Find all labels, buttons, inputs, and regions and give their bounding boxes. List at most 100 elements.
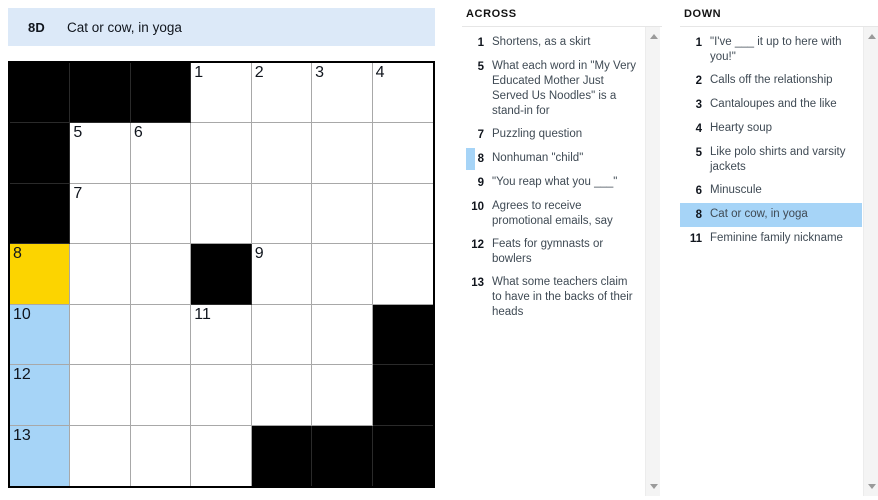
across-scroll-area: 1 Shortens, as a skirt 5 What each word in … bbox=[462, 26, 662, 496]
clue-item[interactable]: 12 Feats for gymnasts or bowlers bbox=[462, 233, 644, 271]
clue-item[interactable]: 4 Hearty soup bbox=[680, 117, 862, 141]
clue-item[interactable]: 2 Calls off the relationship bbox=[680, 69, 862, 93]
crossword-app: 8D Cat or cow, in yoga 1 2 3 4 5 6 7 8 9 10 11 12 13… bbox=[0, 0, 878, 500]
grid-cell[interactable]: 2 bbox=[251, 63, 313, 124]
grid-cell[interactable] bbox=[251, 123, 313, 184]
clue-number: 13 bbox=[471, 277, 484, 289]
current-clue-number: 8D bbox=[28, 19, 46, 35]
clue-text: Shortens, as a skirt bbox=[492, 36, 591, 48]
clue-item[interactable]: 7 Puzzling question bbox=[462, 123, 644, 147]
grid-cell[interactable] bbox=[251, 365, 313, 426]
clue-number: 10 bbox=[471, 201, 484, 213]
grid-cell[interactable]: 1 bbox=[191, 63, 252, 124]
grid-cell[interactable] bbox=[251, 304, 313, 366]
clue-text: Calls off the relationship bbox=[710, 74, 833, 86]
across-scroll-up-icon[interactable] bbox=[646, 29, 661, 44]
grid-cell[interactable] bbox=[312, 123, 373, 184]
down-scroll-down-icon[interactable] bbox=[864, 479, 878, 494]
clue-text: "You reap what you ___" bbox=[492, 176, 618, 188]
down-clue-list[interactable]: 1 "I've ___ it up to here with you!" 2 Call… bbox=[680, 27, 862, 496]
clue-number: 5 bbox=[695, 147, 702, 159]
down-scrollbar[interactable] bbox=[863, 27, 878, 496]
clue-text: What some teachers claim to have in the … bbox=[492, 276, 633, 318]
grid-cell[interactable]: 9 bbox=[251, 244, 313, 305]
across-scrollbar[interactable] bbox=[645, 27, 660, 496]
clue-text: Like polo shirts and varsity jackets bbox=[710, 146, 846, 173]
clue-item[interactable]: 5 Like polo shirts and varsity jackets bbox=[680, 141, 862, 179]
clue-item[interactable]: 8 Nonhuman "child" bbox=[462, 147, 644, 171]
grid-cell[interactable]: 5 bbox=[70, 123, 131, 184]
grid-cell[interactable]: 6 bbox=[130, 123, 192, 184]
clue-number: 2 bbox=[695, 75, 702, 87]
grid-cell[interactable] bbox=[70, 365, 131, 426]
clue-number: 6 bbox=[695, 185, 702, 197]
clue-item[interactable]: 8 Cat or cow, in yoga bbox=[680, 203, 862, 227]
grid-cell[interactable] bbox=[312, 183, 373, 245]
grid-cell[interactable] bbox=[191, 183, 252, 245]
grid-cell[interactable] bbox=[130, 304, 192, 366]
grid-block-cell bbox=[372, 365, 433, 426]
grid-cell-number: 12 bbox=[13, 366, 31, 384]
clue-text: Cantaloupes and the like bbox=[710, 98, 837, 110]
grid-cell[interactable]: 3 bbox=[312, 63, 373, 124]
grid-cell-number: 4 bbox=[375, 64, 385, 81]
grid-cell[interactable] bbox=[191, 425, 252, 486]
grid-cell[interactable]: 13 bbox=[10, 425, 71, 486]
grid-block-cell bbox=[70, 63, 131, 124]
grid-cell[interactable] bbox=[372, 183, 433, 245]
grid-cell[interactable]: 8 bbox=[10, 244, 71, 305]
grid-cell-number: 7 bbox=[73, 184, 83, 202]
clue-item[interactable]: 9 "You reap what you ___" bbox=[462, 171, 644, 195]
grid-cell[interactable]: 7 bbox=[70, 183, 131, 245]
clue-number: 12 bbox=[471, 239, 484, 251]
clue-item[interactable]: 3 Cantaloupes and the like bbox=[680, 93, 862, 117]
grid-block-cell bbox=[10, 183, 71, 245]
current-clue-bar[interactable]: 8D Cat or cow, in yoga bbox=[8, 8, 435, 46]
grid-cell[interactable] bbox=[70, 304, 131, 366]
grid-cell[interactable]: 4 bbox=[372, 63, 433, 124]
grid-cell[interactable] bbox=[312, 365, 373, 426]
down-scroll-up-icon[interactable] bbox=[864, 29, 878, 44]
grid-cell[interactable] bbox=[372, 123, 433, 184]
grid-cell[interactable]: 12 bbox=[10, 365, 71, 426]
clue-text: Puzzling question bbox=[492, 128, 583, 140]
grid-cell[interactable] bbox=[372, 244, 433, 305]
clue-item[interactable]: 10 Agrees to receive promotional emails, … bbox=[462, 195, 644, 233]
grid-cell-number: 13 bbox=[13, 426, 31, 444]
grid-block-cell bbox=[191, 244, 252, 305]
crossword-grid[interactable]: 1 2 3 4 5 6 7 8 9 10 11 12 13 bbox=[10, 63, 433, 486]
grid-cell[interactable] bbox=[251, 183, 313, 245]
grid-cell[interactable] bbox=[70, 425, 131, 486]
grid-block-cell bbox=[10, 63, 71, 124]
grid-cell[interactable]: 10 bbox=[10, 304, 71, 366]
grid-cell[interactable] bbox=[312, 244, 373, 305]
clue-number: 11 bbox=[689, 233, 702, 245]
grid-cell-number: 10 bbox=[13, 305, 31, 323]
grid-block-cell bbox=[372, 304, 433, 366]
grid-cell-number: 8 bbox=[13, 245, 22, 263]
clue-text: What each word in "My Very Educated Moth… bbox=[492, 60, 637, 117]
grid-cell[interactable]: 11 bbox=[191, 304, 252, 366]
grid-cell[interactable] bbox=[191, 365, 252, 426]
grid-cell-number: 9 bbox=[254, 245, 264, 263]
across-clues-panel: ACROSS 1 Shortens, as a skirt 5 What each w… bbox=[462, 0, 662, 500]
clue-item[interactable]: 5 What each word in "My Very Educated Mot… bbox=[462, 55, 644, 123]
grid-cell[interactable] bbox=[130, 244, 192, 305]
clue-number: 7 bbox=[477, 129, 484, 141]
grid-cell[interactable] bbox=[191, 123, 252, 184]
grid-cell[interactable] bbox=[130, 365, 192, 426]
clue-item[interactable]: 13 What some teachers claim to have in th… bbox=[462, 271, 644, 324]
grid-cell[interactable] bbox=[130, 425, 192, 486]
grid-cell[interactable] bbox=[312, 304, 373, 366]
clue-number: 9 bbox=[477, 177, 484, 189]
clue-item[interactable]: 6 Minuscule bbox=[680, 179, 862, 203]
clue-item[interactable]: 11 Feminine family nickname bbox=[680, 227, 862, 251]
grid-cell[interactable] bbox=[130, 183, 192, 245]
across-clue-list[interactable]: 1 Shortens, as a skirt 5 What each word in … bbox=[462, 27, 644, 496]
across-scroll-down-icon[interactable] bbox=[646, 479, 661, 494]
clue-number: 5 bbox=[477, 61, 484, 73]
clue-item[interactable]: 1 Shortens, as a skirt bbox=[462, 31, 644, 55]
grid-cell[interactable] bbox=[70, 244, 131, 305]
crossword-grid-container[interactable]: 1 2 3 4 5 6 7 8 9 10 11 12 13 bbox=[8, 61, 435, 488]
clue-item[interactable]: 1 "I've ___ it up to here with you!" bbox=[680, 31, 862, 69]
